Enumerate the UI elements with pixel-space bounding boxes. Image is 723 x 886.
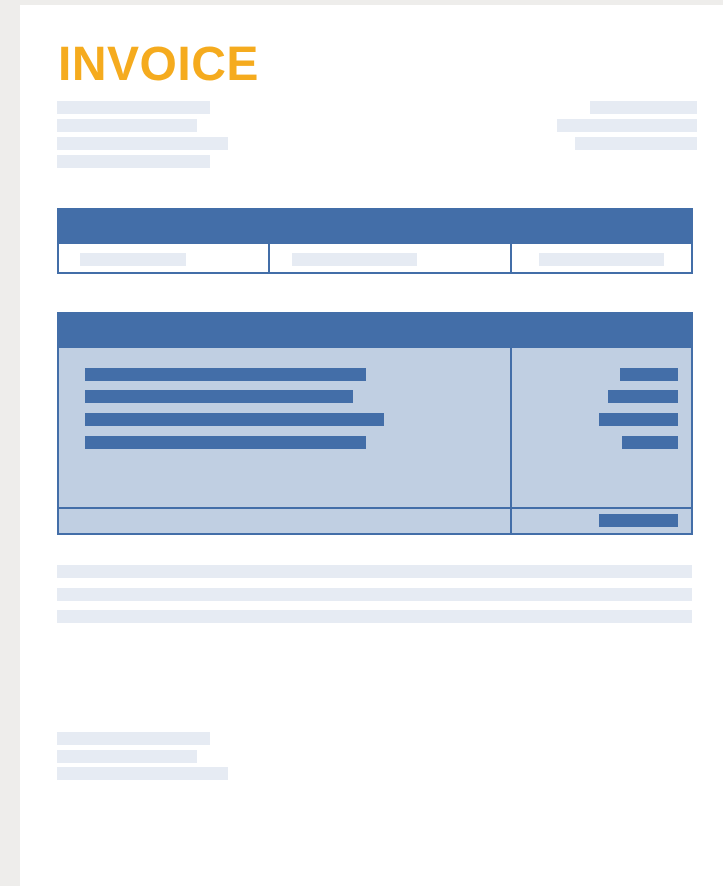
footer-line	[57, 750, 197, 763]
footer-line	[57, 732, 210, 745]
meta-table-cell	[539, 253, 664, 266]
line-item-description	[85, 390, 353, 403]
invoice-detail-line	[557, 119, 697, 132]
line-item-description	[85, 413, 384, 426]
notes-line	[57, 588, 692, 601]
line-items-header	[59, 314, 691, 348]
meta-table-cell	[292, 253, 417, 266]
meta-table-cell	[80, 253, 186, 266]
line-item-amount	[608, 390, 678, 403]
line-items-divider	[510, 348, 512, 533]
line-item-description	[85, 368, 366, 381]
invoice-meta-table	[57, 208, 693, 274]
meta-table-divider	[510, 244, 512, 272]
invoice-title: INVOICE	[58, 38, 259, 91]
meta-table-divider	[268, 244, 270, 272]
line-item-amount	[620, 368, 678, 381]
line-item-description	[85, 436, 366, 449]
notes-line	[57, 610, 692, 623]
notes-line	[57, 565, 692, 578]
meta-table-header	[59, 210, 691, 244]
line-items-total-divider	[59, 507, 691, 509]
invoice-detail-line	[590, 101, 697, 114]
line-items-table	[57, 312, 693, 535]
footer-line	[57, 767, 228, 780]
sender-address-line	[57, 119, 197, 132]
line-item-amount	[622, 436, 678, 449]
invoice-page: INVOICE	[20, 5, 723, 886]
sender-address-line	[57, 137, 228, 150]
total-amount	[599, 514, 678, 527]
sender-address-line	[57, 101, 210, 114]
sender-address-line	[57, 155, 210, 168]
invoice-detail-line	[575, 137, 697, 150]
line-item-amount	[599, 413, 678, 426]
